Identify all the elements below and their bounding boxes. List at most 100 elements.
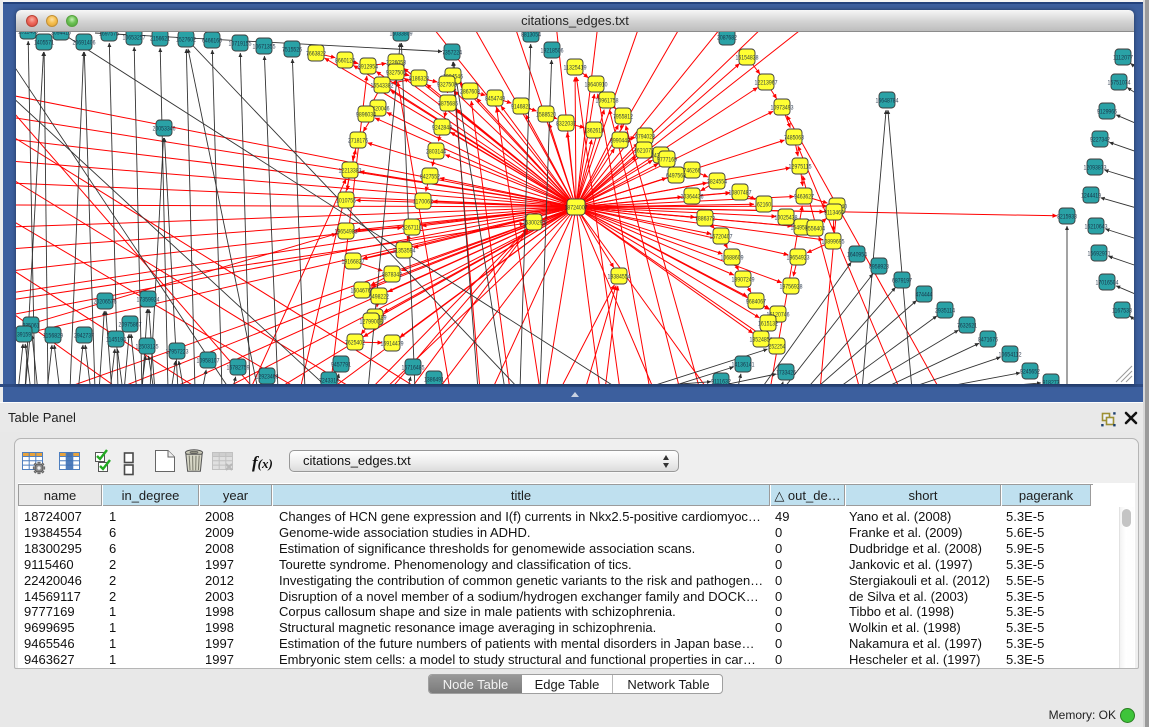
svg-text:8660124: 8660124 — [335, 57, 355, 64]
svg-text:12093873: 12093873 — [1084, 164, 1107, 171]
svg-text:10654112: 10654112 — [999, 351, 1022, 358]
svg-text:8813054: 8813054 — [521, 32, 541, 38]
svg-text:9896034: 9896034 — [356, 111, 376, 118]
svg-text:16648784: 16648784 — [876, 97, 899, 104]
svg-text:5498222: 5498222 — [369, 293, 389, 300]
svg-text:9146821: 9146821 — [511, 103, 531, 110]
svg-text:6879197: 6879197 — [892, 277, 912, 284]
svg-text:7485063: 7485063 — [784, 134, 804, 141]
svg-text:7243310: 7243310 — [319, 377, 339, 384]
svg-text:1615132: 1615132 — [758, 320, 778, 327]
svg-text:10961758: 10961758 — [596, 97, 619, 104]
svg-text:918273: 918273 — [1043, 379, 1060, 384]
svg-text:1167533: 1167533 — [1112, 307, 1132, 314]
svg-text:19384554: 19384554 — [608, 273, 631, 280]
svg-text:17016504: 17016504 — [1096, 279, 1119, 286]
svg-text:f(x): f(x) — [252, 453, 273, 472]
svg-text:9113460: 9113460 — [824, 209, 844, 216]
svg-text:1112077: 1112077 — [1113, 54, 1133, 61]
svg-text:11353594: 11353594 — [393, 247, 416, 254]
svg-text:19756928: 19756928 — [780, 283, 803, 290]
svg-text:15716485: 15716485 — [402, 364, 425, 371]
svg-text:3267110: 3267110 — [402, 224, 422, 231]
svg-text:9777169: 9777169 — [657, 156, 677, 163]
svg-text:7357224: 7357224 — [442, 49, 462, 56]
svg-text:19654983: 19654983 — [335, 228, 358, 235]
svg-text:1244419: 1244419 — [1081, 192, 1101, 199]
svg-text:62160: 62160 — [757, 201, 771, 208]
svg-text:10899695: 10899695 — [822, 238, 845, 245]
svg-text:2087682: 2087682 — [717, 34, 737, 41]
svg-text:9111632: 9111632 — [711, 378, 731, 384]
svg-text:8454749: 8454749 — [485, 95, 505, 102]
svg-text:1010755: 1010755 — [336, 197, 356, 204]
svg-text:2867608: 2867608 — [460, 88, 480, 95]
svg-text:10973493: 10973493 — [771, 104, 794, 111]
svg-text:9242848: 9242848 — [432, 124, 452, 131]
svg-text:12213383: 12213383 — [339, 167, 362, 174]
svg-text:11325419: 11325419 — [564, 64, 587, 71]
svg-text:10688609: 10688609 — [721, 254, 744, 261]
svg-text:19166827: 19166827 — [342, 258, 365, 265]
svg-text:474444: 474444 — [916, 291, 933, 298]
svg-text:7663822: 7663822 — [306, 50, 326, 57]
svg-text:9227342: 9227342 — [1090, 136, 1110, 143]
svg-text:16154838: 16154838 — [736, 54, 759, 61]
svg-text:1362615: 1362615 — [584, 127, 604, 134]
svg-text:15300293: 15300293 — [523, 219, 546, 226]
svg-text:1640954: 1640954 — [847, 251, 867, 258]
svg-text:2935114: 2935114 — [935, 307, 955, 314]
svg-text:1588520: 1588520 — [536, 111, 556, 118]
svg-text:7955812: 7955812 — [613, 113, 633, 120]
svg-text:3875685: 3875685 — [438, 100, 458, 107]
svg-text:14136141: 14136141 — [732, 361, 755, 368]
svg-text:19218506: 19218506 — [541, 47, 564, 54]
svg-text:18724007: 18724007 — [565, 204, 588, 211]
svg-text:18640910: 18640910 — [585, 81, 608, 88]
svg-text:9327506: 9327506 — [386, 69, 406, 76]
svg-text:18907249: 18907249 — [732, 276, 755, 283]
svg-text:7625402: 7625402 — [345, 339, 365, 346]
svg-text:7632621: 7632621 — [957, 322, 977, 329]
svg-text:9457791: 9457791 — [331, 361, 351, 368]
svg-text:8215933: 8215933 — [1057, 213, 1077, 220]
svg-text:16033809: 16033809 — [390, 32, 413, 37]
svg-text:8990448: 8990448 — [610, 137, 630, 144]
svg-text:9556404: 9556404 — [805, 225, 825, 232]
svg-text:9463627: 9463627 — [794, 193, 814, 200]
svg-text:1386491: 1386491 — [424, 376, 444, 383]
svg-text:8878342: 8878342 — [382, 271, 402, 278]
svg-text:12213967: 12213967 — [755, 79, 778, 86]
svg-text:15692971: 15692971 — [1088, 250, 1111, 257]
svg-text:1170062: 1170062 — [413, 198, 433, 205]
svg-text:8186328: 8186328 — [409, 75, 429, 82]
svg-text:16543382: 16543382 — [371, 82, 394, 89]
svg-text:3824554: 3824554 — [707, 178, 727, 185]
svg-text:9684067: 9684067 — [746, 298, 766, 305]
svg-text:8958923: 8958923 — [869, 263, 889, 270]
svg-text:19654923: 19654923 — [787, 254, 810, 261]
svg-text:15751074: 15751074 — [1108, 79, 1131, 86]
svg-text:252254: 252254 — [769, 343, 786, 350]
svg-text:9129966: 9129966 — [1097, 108, 1117, 115]
svg-text:2803144: 2803144 — [426, 148, 446, 155]
svg-text:746266: 746266 — [684, 167, 701, 174]
svg-text:16914479: 16914479 — [381, 340, 404, 347]
svg-text:8427552: 8427552 — [420, 173, 440, 180]
svg-text:9327508: 9327508 — [437, 81, 457, 88]
svg-text:6794028: 6794028 — [635, 133, 655, 140]
svg-text:20364436: 20364436 — [681, 193, 704, 200]
svg-text:16210643: 16210643 — [1085, 223, 1108, 230]
svg-text:9245652: 9245652 — [1020, 368, 1040, 375]
svg-text:2718176: 2718176 — [348, 137, 368, 144]
svg-text:7886372: 7886372 — [695, 215, 715, 222]
svg-text:12799008: 12799008 — [360, 318, 383, 325]
svg-text:10807487: 10807487 — [729, 189, 752, 196]
svg-text:6497568: 6497568 — [666, 172, 686, 179]
svg-text:8471676: 8471676 — [978, 336, 998, 343]
svg-text:1733426: 1733426 — [776, 369, 796, 376]
svg-text:8912954: 8912954 — [358, 63, 378, 70]
svg-text:15720407: 15720407 — [710, 233, 733, 240]
svg-text:8322037: 8322037 — [556, 120, 576, 127]
svg-text:12975115: 12975115 — [789, 163, 812, 170]
